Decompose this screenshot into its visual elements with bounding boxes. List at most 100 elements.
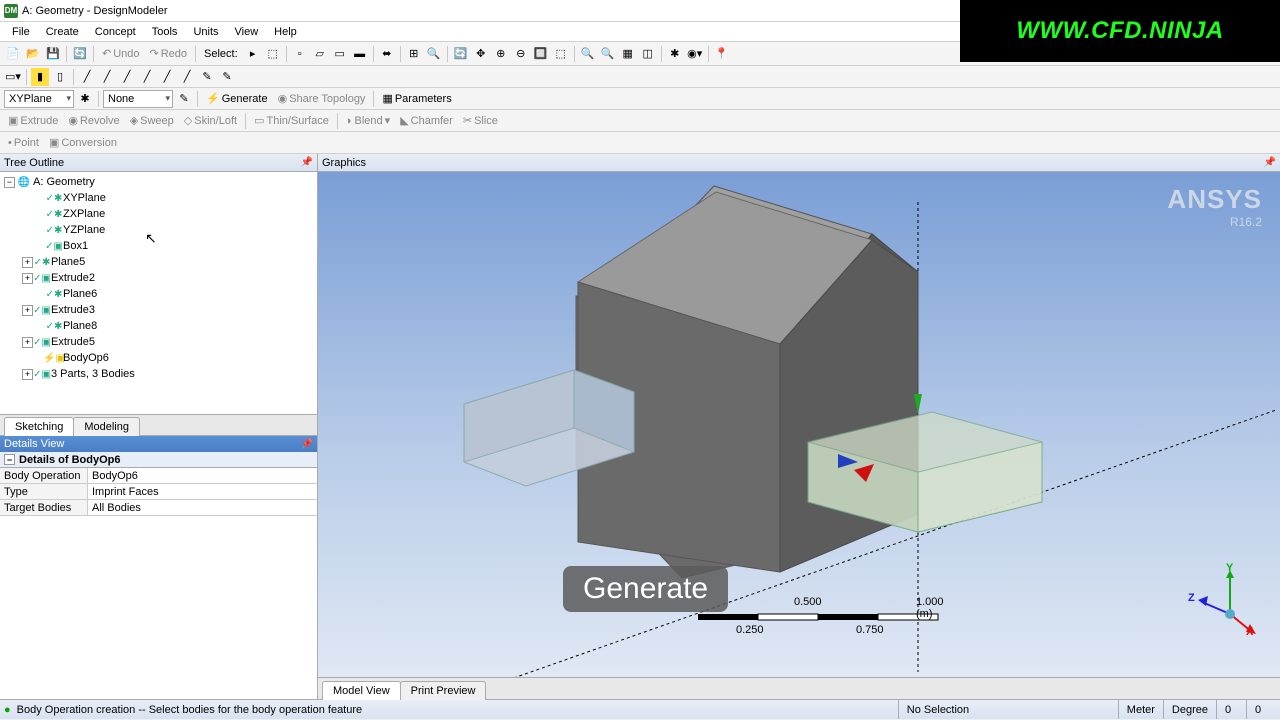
tree-item-extrude2[interactable]: +✓▣Extrude2 (0, 270, 317, 286)
chamfer-button[interactable]: ◣ Chamfer (396, 114, 457, 127)
refresh-icon[interactable]: 🔄 (71, 45, 89, 63)
expand-icon[interactable]: + (22, 305, 33, 316)
skin-button[interactable]: ◇ Skin/Loft (180, 114, 241, 127)
expand-icon[interactable]: + (22, 337, 33, 348)
polygon-icon[interactable]: ╱ (158, 68, 176, 86)
pin-icon[interactable]: 📌 (1264, 157, 1276, 168)
menu-help[interactable]: Help (266, 26, 305, 38)
iso-view-icon[interactable]: 🔍 (599, 45, 617, 63)
tree-item-parts[interactable]: +✓▣3 Parts, 3 Bodies (0, 366, 317, 382)
tab-sketching[interactable]: Sketching (4, 417, 74, 436)
thin-button[interactable]: ▭ Thin/Surface (250, 114, 333, 127)
line2-icon[interactable]: ╱ (118, 68, 136, 86)
redo-button[interactable]: ↷ Redo (146, 47, 192, 60)
generate-button[interactable]: ⚡ Generate (202, 92, 272, 105)
blend-button[interactable]: ◗ Blend ▾ (342, 114, 394, 127)
filter-body-icon[interactable]: ▬ (351, 45, 369, 63)
menu-view[interactable]: View (227, 26, 267, 38)
tab-modeling[interactable]: Modeling (73, 417, 140, 436)
tree-item-plane5[interactable]: +✓✱Plane5 (0, 254, 317, 270)
detail-row[interactable]: Target BodiesAll Bodies (0, 500, 317, 516)
extrude-button[interactable]: ▣ Extrude (4, 114, 62, 127)
tree-item-extrude3[interactable]: +✓▣Extrude3 (0, 302, 317, 318)
filter-edge-icon[interactable]: ▱ (311, 45, 329, 63)
menu-file[interactable]: File (4, 26, 38, 38)
detail-row[interactable]: TypeImprint Faces (0, 484, 317, 500)
display-icon[interactable]: ◫ (639, 45, 657, 63)
spline-icon[interactable]: ✎ (198, 68, 216, 86)
tree-item-yzplane[interactable]: ✓✱YZPlane (0, 222, 317, 238)
tree-item-xyplane[interactable]: ✓✱XYPlane (0, 190, 317, 206)
status-unit-angle: Degree (1163, 700, 1216, 719)
new-plane-icon[interactable]: ✱ (76, 90, 94, 108)
view-triad[interactable]: Y X Z (1192, 562, 1252, 632)
conversion-button[interactable]: ▣ Conversion (45, 136, 121, 149)
graphics-header: Graphics 📌 (318, 154, 1280, 172)
graphics-viewport[interactable]: ANSYS R16.2 (318, 172, 1280, 677)
plane-dropdown[interactable]: XYPlane (4, 90, 74, 108)
parameters-button[interactable]: ▦ Parameters (378, 92, 455, 105)
hide-icon[interactable]: ▯ (51, 68, 69, 86)
tree-root[interactable]: − 🌐 A: Geometry (0, 174, 317, 190)
fit-icon[interactable]: ⊞ (405, 45, 423, 63)
revolve-button[interactable]: ◉ Revolve (64, 114, 123, 127)
sketch-dropdown[interactable]: None (103, 90, 173, 108)
extend-icon[interactable]: ⬌ (378, 45, 396, 63)
rotate-icon[interactable]: 🔄 (452, 45, 470, 63)
filter-face-icon[interactable]: ▭ (331, 45, 349, 63)
pan-icon[interactable]: ✥ (472, 45, 490, 63)
sweep-button[interactable]: ◈ Sweep (126, 114, 178, 127)
tangent-icon[interactable]: ╱ (98, 68, 116, 86)
detail-row[interactable]: Body OperationBodyOp6 (0, 468, 317, 484)
menu-units[interactable]: Units (185, 26, 226, 38)
new-sketch-icon[interactable]: ✎ (175, 90, 193, 108)
line-icon[interactable]: ╱ (78, 68, 96, 86)
undo-button[interactable]: ↶ Undo (98, 47, 144, 60)
menu-tools[interactable]: Tools (144, 26, 186, 38)
plane-tool-icon[interactable]: ▭▾ (4, 68, 22, 86)
expand-icon[interactable]: + (22, 257, 33, 268)
zoomfit-icon[interactable]: 🔲 (532, 45, 550, 63)
filter-point-icon[interactable]: ▫ (291, 45, 309, 63)
collapse-icon[interactable]: − (4, 177, 15, 188)
tree-item-box1[interactable]: ✓▣Box1 (0, 238, 317, 254)
collapse-icon[interactable]: − (4, 454, 15, 465)
plane-icon[interactable]: ✱ (666, 45, 684, 63)
tree-item-extrude5[interactable]: +✓▣Extrude5 (0, 334, 317, 350)
tab-model-view[interactable]: Model View (322, 681, 401, 700)
dim-icon[interactable]: ✎ (218, 68, 236, 86)
zoomout-icon[interactable]: ⊖ (512, 45, 530, 63)
select-arrow-icon[interactable]: ▸ (244, 45, 262, 63)
tab-print-preview[interactable]: Print Preview (400, 681, 487, 700)
slice-button[interactable]: ✂ Slice (459, 114, 502, 127)
select-box-icon[interactable]: ⬚ (264, 45, 282, 63)
look-at-icon[interactable]: ▦ (619, 45, 637, 63)
share-topology-button[interactable]: ◉ Share Topology (274, 92, 370, 105)
menu-concept[interactable]: Concept (87, 26, 144, 38)
polyline-icon[interactable]: ╱ (138, 68, 156, 86)
menu-create[interactable]: Create (38, 26, 87, 38)
expand-icon[interactable]: + (22, 369, 33, 380)
tree-item-bodyop6[interactable]: ⚡▣BodyOp6 (0, 350, 317, 366)
ruler-icon[interactable]: ◉▾ (686, 45, 704, 63)
save-icon[interactable]: 💾 (44, 45, 62, 63)
zoomin-icon[interactable]: ⊕ (492, 45, 510, 63)
point-button[interactable]: • Point (4, 137, 43, 149)
prev-view-icon[interactable]: 🔍 (579, 45, 597, 63)
expand-icon[interactable]: + (22, 273, 33, 284)
tree-item-plane6[interactable]: ✓✱Plane6 (0, 286, 317, 302)
pin-icon[interactable]: 📌 (301, 439, 313, 450)
status-icon: ● (4, 704, 11, 716)
highlight-icon[interactable]: ▮ (31, 68, 49, 86)
new-icon[interactable]: 📄 (4, 45, 22, 63)
help-icon[interactable]: 📍 (713, 45, 731, 63)
zoom-icon[interactable]: 🔍 (425, 45, 443, 63)
pin-icon[interactable]: 📌 (301, 157, 313, 168)
open-icon[interactable]: 📂 (24, 45, 42, 63)
boxzoom-icon[interactable]: ⬚ (552, 45, 570, 63)
toolbar-sketch: ▭▾ ▮ ▯ ╱ ╱ ╱ ╱ ╱ ╱ ✎ ✎ (0, 66, 1280, 88)
tree-item-plane8[interactable]: ✓✱Plane8 (0, 318, 317, 334)
status-selection: No Selection (898, 700, 1118, 719)
tree-item-zxplane[interactable]: ✓✱ZXPlane (0, 206, 317, 222)
arc-icon[interactable]: ╱ (178, 68, 196, 86)
